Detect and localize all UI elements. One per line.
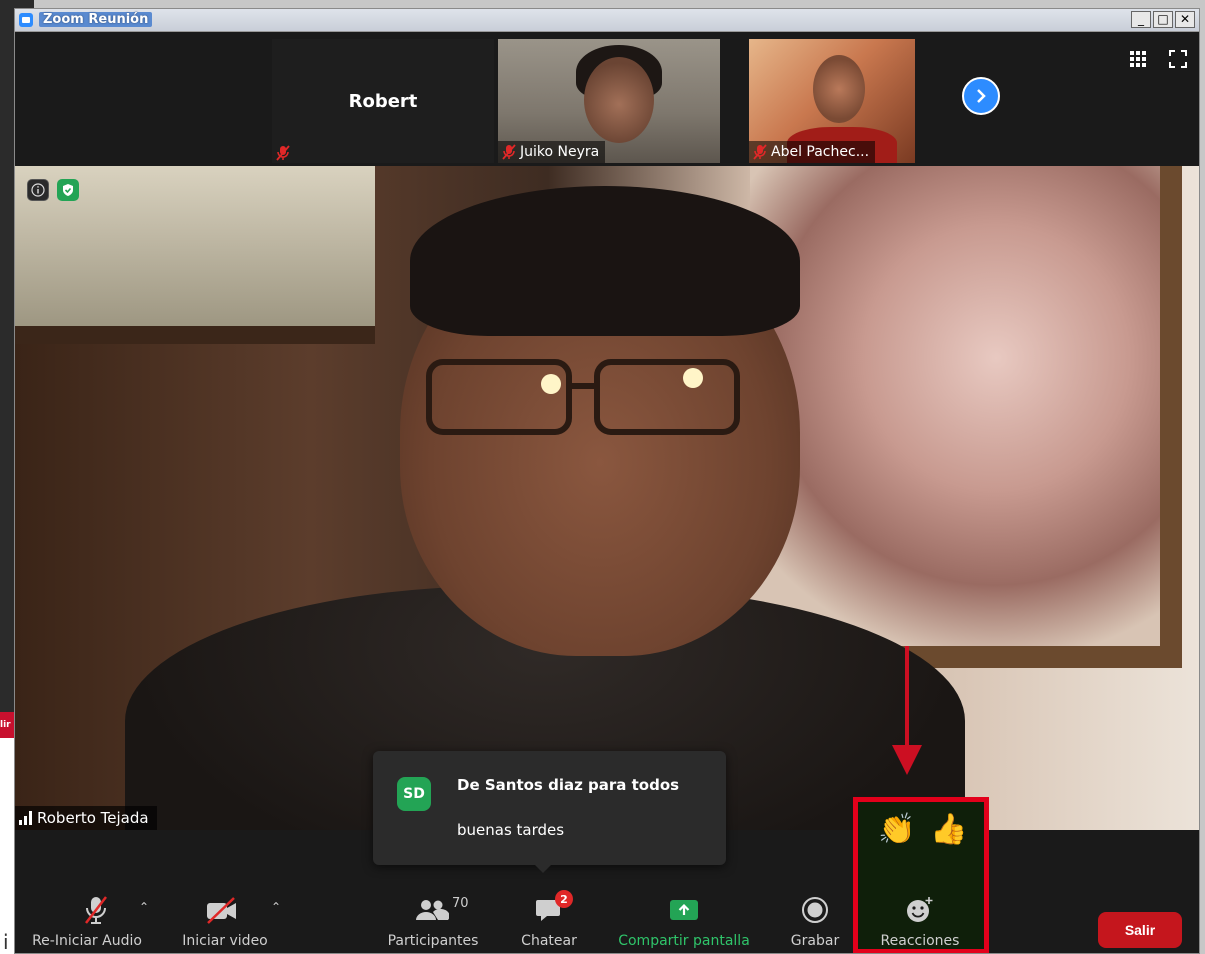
- meeting-info-badges: [27, 179, 79, 201]
- video-background-painting: [750, 166, 1182, 668]
- video-person-hair: [410, 186, 800, 336]
- video-options-caret-icon[interactable]: ⌃: [271, 900, 281, 914]
- background-red-tab: lir: [0, 712, 14, 738]
- reactions-smiley-icon: [907, 897, 933, 922]
- video-button[interactable]: ⌃ Iniciar video: [175, 830, 295, 953]
- background-glyph: i: [3, 930, 9, 954]
- share-screen-icon: [670, 900, 698, 920]
- active-speaker-video: Roberto Tejada: [15, 166, 1199, 830]
- encryption-shield-icon[interactable]: [57, 179, 79, 201]
- background-white-panel: [0, 738, 14, 954]
- participant-name: Robert: [348, 91, 418, 112]
- sender-avatar: SD: [397, 777, 431, 811]
- reactions-button-label: Reacciones: [880, 933, 960, 949]
- muted-mic-icon: [753, 144, 767, 160]
- window-controls: _ □ ✕: [1131, 11, 1195, 28]
- speaker-name: Roberto Tejada: [37, 809, 149, 827]
- gallery-strip: Robert Juiko Neyra Abel Pachec...: [15, 32, 1199, 166]
- background-tab-label: lir: [0, 720, 11, 730]
- audio-button[interactable]: ⌃ Re-Iniciar Audio: [32, 830, 155, 953]
- chat-sender: De Santos diaz para todos: [457, 776, 680, 794]
- speaker-name-label: Roberto Tejada: [15, 806, 157, 830]
- participant-name: Juiko Neyra: [520, 144, 600, 160]
- participant-tile-abel[interactable]: Abel Pachec...: [749, 39, 915, 163]
- audio-options-caret-icon[interactable]: ⌃: [139, 900, 149, 914]
- meeting-info-icon[interactable]: [27, 179, 49, 201]
- muted-mic-icon: [276, 145, 290, 161]
- video-button-label: Iniciar video: [182, 933, 268, 949]
- gallery-view-icon[interactable]: [1129, 50, 1147, 68]
- next-page-button[interactable]: [962, 77, 1000, 115]
- participant-label: Juiko Neyra: [498, 141, 606, 163]
- window-title: Zoom Reunión: [39, 12, 153, 27]
- record-button[interactable]: Grabar: [785, 830, 845, 953]
- audio-button-label: Re-Iniciar Audio: [32, 933, 142, 949]
- participant-tile-robert[interactable]: Robert: [272, 39, 494, 163]
- annotation-arrow-head: [892, 745, 922, 775]
- record-icon: [802, 897, 828, 923]
- muted-mic-icon: [502, 144, 516, 160]
- zoom-window: Zoom Reunión _ □ ✕ Robert Juiko Neyra Ab…: [14, 8, 1200, 954]
- muted-microphone-icon: [85, 896, 107, 924]
- leave-meeting-button[interactable]: Salir: [1098, 912, 1182, 948]
- desktop-corner: [14, 0, 34, 8]
- chat-message: buenas tardes: [457, 821, 565, 839]
- participant-label: Abel Pachec...: [749, 141, 876, 163]
- chat-unread-badge: 2: [555, 890, 573, 908]
- title-bar[interactable]: Zoom Reunión _ □ ✕: [15, 9, 1199, 32]
- chat-button-label: Chatear: [521, 933, 577, 949]
- participant-tile-juiko[interactable]: Juiko Neyra: [498, 39, 720, 163]
- maximize-button[interactable]: □: [1153, 11, 1173, 28]
- chevron-right-icon: [977, 89, 986, 103]
- close-button[interactable]: ✕: [1175, 11, 1195, 28]
- participant-name: Abel Pachec...: [771, 144, 870, 160]
- participants-icon: [416, 900, 449, 920]
- video-feed-face: [813, 55, 865, 123]
- zoom-logo-icon: [19, 13, 33, 27]
- record-button-label: Grabar: [790, 933, 840, 949]
- video-off-icon: [207, 897, 236, 924]
- share-screen-button-label: Compartir pantalla: [618, 933, 750, 949]
- video-feed-face: [584, 57, 654, 143]
- participants-button-label: Participantes: [387, 933, 479, 949]
- video-person-glasses: [426, 359, 740, 435]
- minimize-button[interactable]: _: [1131, 11, 1151, 28]
- fullscreen-icon[interactable]: [1169, 50, 1187, 68]
- participants-count: 70: [452, 896, 469, 911]
- signal-strength-icon: [19, 811, 32, 825]
- view-controls: [1129, 50, 1187, 68]
- reactions-button[interactable]: Reacciones: [865, 830, 975, 953]
- chat-notification-popup[interactable]: SD De Santos diaz para todos buenas tard…: [373, 751, 726, 873]
- annotation-arrow-shaft: [905, 646, 909, 751]
